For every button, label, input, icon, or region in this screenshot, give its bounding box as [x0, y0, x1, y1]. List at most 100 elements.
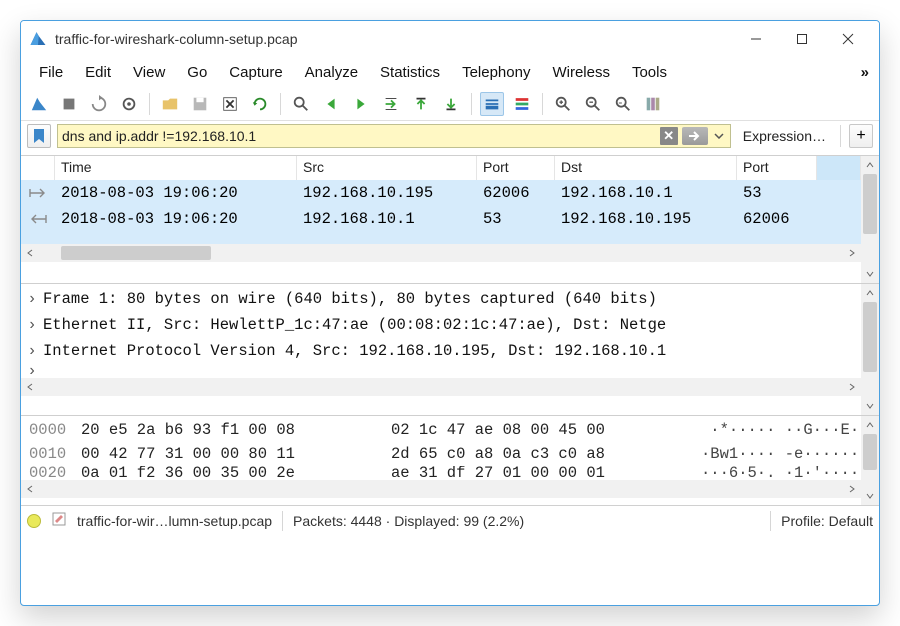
filter-history-dropdown[interactable]	[712, 127, 726, 145]
zoom-reset-icon[interactable]: =	[611, 92, 635, 116]
display-filter-input[interactable]	[62, 128, 656, 144]
detail-line[interactable]: ›Ethernet II, Src: HewlettP_1c:47:ae (00…	[21, 312, 861, 338]
menu-overflow[interactable]: »	[859, 64, 871, 81]
scroll-down-icon[interactable]	[861, 397, 879, 415]
scroll-up-icon[interactable]	[861, 156, 879, 174]
menu-statistics[interactable]: Statistics	[370, 61, 450, 84]
go-last-icon[interactable]	[439, 92, 463, 116]
app-window: traffic-for-wireshark-column-setup.pcap …	[20, 20, 880, 606]
packet-list-vscroll[interactable]	[861, 156, 879, 283]
shark-fin-icon[interactable]	[27, 92, 51, 116]
close-file-icon[interactable]	[218, 92, 242, 116]
auto-scroll-icon[interactable]	[480, 92, 504, 116]
maximize-button[interactable]	[779, 24, 825, 54]
scroll-right-icon[interactable]	[843, 244, 861, 262]
details-vscroll[interactable]	[861, 284, 879, 415]
cell-dst: 192.168.10.195	[555, 210, 737, 228]
colorize-icon[interactable]	[510, 92, 534, 116]
menu-wireless[interactable]: Wireless	[542, 61, 620, 84]
details-hscroll[interactable]	[21, 378, 861, 396]
go-first-icon[interactable]	[409, 92, 433, 116]
options-icon[interactable]	[117, 92, 141, 116]
zoom-out-icon[interactable]	[581, 92, 605, 116]
save-icon[interactable]	[188, 92, 212, 116]
toolbar: =	[21, 87, 879, 121]
bytes-vscroll[interactable]	[861, 416, 879, 505]
scroll-up-icon[interactable]	[861, 284, 879, 302]
statusbar: traffic-for-wir…lumn-setup.pcap Packets:…	[21, 505, 879, 535]
packet-details-pane: ›Frame 1: 80 bytes on wire (640 bits), 8…	[21, 283, 879, 415]
close-button[interactable]	[825, 24, 871, 54]
expert-info-icon[interactable]	[27, 514, 41, 528]
packet-row[interactable]: 2018-08-03 19:06:20 192.168.10.1 53 192.…	[21, 206, 861, 232]
menu-analyze[interactable]: Analyze	[295, 61, 368, 84]
vscroll-thumb[interactable]	[863, 174, 877, 234]
edit-icon[interactable]	[51, 511, 67, 530]
packet-list-hscroll[interactable]	[21, 244, 861, 262]
menu-file[interactable]: File	[29, 61, 73, 84]
restart-icon[interactable]	[87, 92, 111, 116]
status-profile[interactable]: Profile: Default	[781, 513, 873, 529]
apply-filter-icon[interactable]	[682, 127, 708, 145]
minimize-button[interactable]	[733, 24, 779, 54]
svg-text:=: =	[619, 99, 623, 106]
scroll-left-icon[interactable]	[21, 480, 39, 498]
packet-row[interactable]: 2018-08-03 19:06:20 192.168.10.195 62006…	[21, 180, 861, 206]
zoom-in-icon[interactable]	[551, 92, 575, 116]
resize-columns-icon[interactable]	[641, 92, 665, 116]
bytes-line-partial[interactable]: 0020 0a 01 f2 36 00 35 00 2e ae 31 df 27…	[21, 466, 861, 480]
menu-view[interactable]: View	[123, 61, 175, 84]
filter-bar: ✕ Expression… +	[21, 121, 879, 155]
bookmark-icon[interactable]	[27, 124, 51, 148]
scroll-right-icon[interactable]	[843, 480, 861, 498]
bytes-hscroll[interactable]	[21, 480, 861, 498]
column-header-empty[interactable]	[817, 156, 861, 180]
stop-icon[interactable]	[57, 92, 81, 116]
menu-capture[interactable]: Capture	[219, 61, 292, 84]
scroll-up-icon[interactable]	[861, 416, 879, 434]
clear-filter-icon[interactable]: ✕	[660, 127, 678, 145]
vscroll-thumb[interactable]	[863, 302, 877, 372]
menu-go[interactable]: Go	[177, 61, 217, 84]
column-header-sport[interactable]: Port	[477, 156, 555, 180]
open-icon[interactable]	[158, 92, 182, 116]
expand-caret-icon[interactable]: ›	[21, 342, 43, 360]
filter-input-wrapper: ✕	[57, 124, 731, 148]
scroll-down-icon[interactable]	[861, 265, 879, 283]
bytes-line[interactable]: 0010 00 42 77 31 00 00 80 11 2d 65 c0 a8…	[21, 442, 861, 466]
scroll-left-icon[interactable]	[21, 244, 39, 262]
menu-tools[interactable]: Tools	[622, 61, 677, 84]
menu-telephony[interactable]: Telephony	[452, 61, 540, 84]
go-to-packet-icon[interactable]	[379, 92, 403, 116]
detail-line[interactable]: ›Frame 1: 80 bytes on wire (640 bits), 8…	[21, 286, 861, 312]
column-header-dport[interactable]: Port	[737, 156, 817, 180]
expand-caret-icon[interactable]: ›	[21, 316, 43, 334]
menu-edit[interactable]: Edit	[75, 61, 121, 84]
bytes-line[interactable]: 0000 20 e5 2a b6 93 f1 00 08 02 1c 47 ae…	[21, 418, 861, 442]
vscroll-thumb[interactable]	[863, 434, 877, 470]
cell-src: 192.168.10.195	[297, 184, 477, 202]
expand-caret-icon[interactable]: ›	[21, 290, 43, 308]
request-arrow-icon	[21, 185, 55, 201]
expression-button[interactable]: Expression…	[737, 126, 832, 146]
packet-bytes-pane: 0000 20 e5 2a b6 93 f1 00 08 02 1c 47 ae…	[21, 415, 879, 505]
response-arrow-icon	[21, 211, 55, 227]
cell-dport: 53	[737, 184, 817, 202]
column-header-src[interactable]: Src	[297, 156, 477, 180]
find-icon[interactable]	[289, 92, 313, 116]
titlebar: traffic-for-wireshark-column-setup.pcap	[21, 21, 879, 57]
column-header-dst[interactable]: Dst	[555, 156, 737, 180]
reload-icon[interactable]	[248, 92, 272, 116]
detail-line[interactable]: ›Internet Protocol Version 4, Src: 192.1…	[21, 338, 861, 364]
cell-sport: 53	[477, 210, 555, 228]
scroll-down-icon[interactable]	[861, 487, 879, 505]
hscroll-thumb[interactable]	[61, 246, 211, 260]
packet-row-partial[interactable]	[21, 232, 861, 244]
window-title: traffic-for-wireshark-column-setup.pcap	[55, 31, 733, 47]
column-header-time[interactable]: Time	[55, 156, 297, 180]
scroll-right-icon[interactable]	[843, 378, 861, 396]
add-filter-button[interactable]: +	[849, 124, 873, 148]
scroll-left-icon[interactable]	[21, 378, 39, 396]
go-forward-icon[interactable]	[349, 92, 373, 116]
go-back-icon[interactable]	[319, 92, 343, 116]
